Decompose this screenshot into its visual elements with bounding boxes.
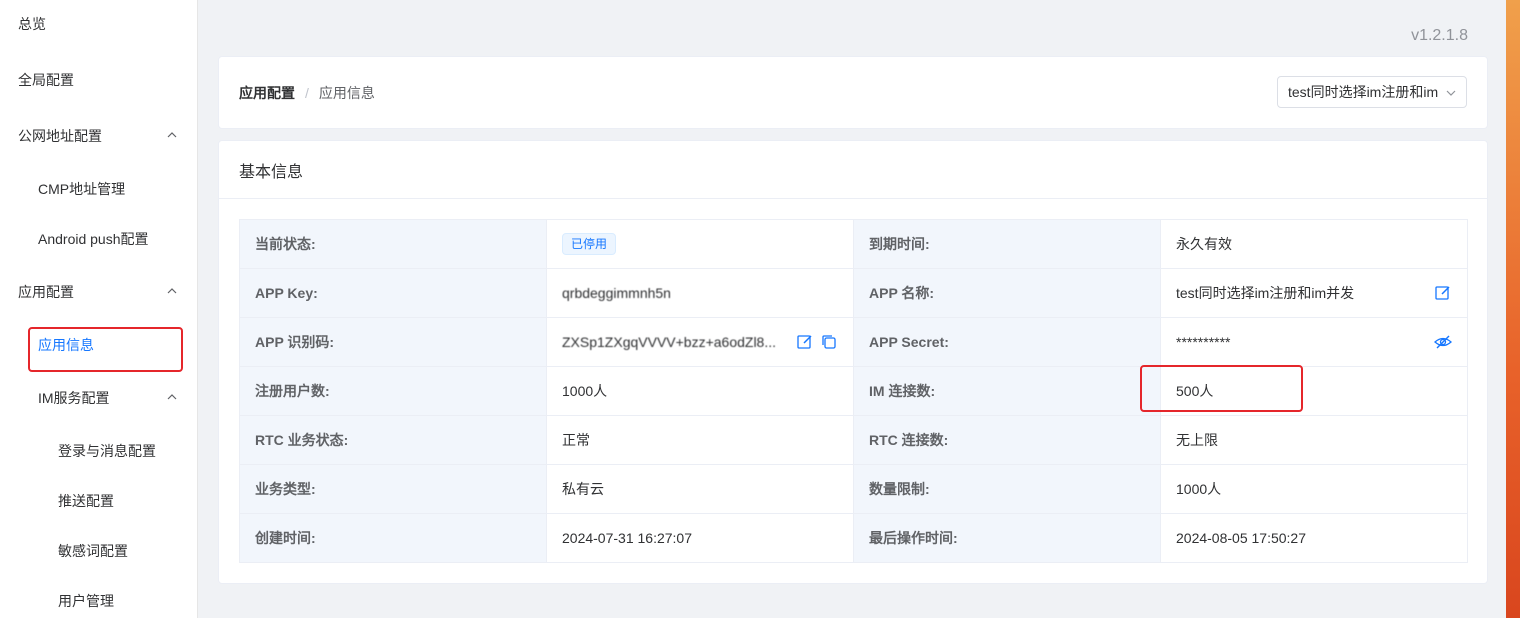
sidebar-item-label: 推送配置 (58, 493, 114, 509)
sidebar-item-im-service[interactable]: IM服务配置 (0, 384, 197, 412)
card-title: 基本信息 (219, 141, 1487, 199)
app-select[interactable]: test同时选择im注册和im并发 (1277, 76, 1467, 108)
sidebar-item-label: 敏感词配置 (58, 543, 128, 559)
table-row: 业务类型: 私有云 数量限制: 1000人 (239, 464, 1468, 514)
copy-icon[interactable] (820, 333, 838, 351)
breadcrumb-item-app-config[interactable]: 应用配置 (239, 83, 295, 103)
app-id-code-text: ZXSp1ZXgqVVVV+bzz+a6odZl8... (562, 334, 777, 350)
label-app-name: APP 名称: (853, 268, 1161, 318)
app-secret-text: ********** (1176, 334, 1231, 350)
value-registered-users: 1000人 (546, 366, 854, 416)
sidebar-item-app-config[interactable]: 应用配置 (0, 278, 197, 306)
sidebar-item-push-config[interactable]: 推送配置 (0, 487, 197, 515)
label-app-key: APP Key: (239, 268, 547, 318)
table-row: 创建时间: 2024-07-31 16:27:07 最后操作时间: 2024-0… (239, 513, 1468, 563)
label-expiry: 到期时间: (853, 219, 1161, 269)
sidebar-item-android-push[interactable]: Android push配置 (0, 225, 197, 253)
main-content: v1.2.1.8 应用配置 / 应用信息 test同时选择im注册和im并发 基… (198, 0, 1506, 618)
table-row: APP Key: qrbdeggimmnh5n APP 名称: test同时选择… (239, 268, 1468, 318)
sidebar-item-label: IM服务配置 (38, 390, 110, 406)
value-status: 已停用 (546, 219, 854, 269)
sidebar-item-cmp-address[interactable]: CMP地址管理 (0, 175, 197, 203)
chevron-up-icon (167, 394, 177, 400)
table-row: RTC 业务状态: 正常 RTC 连接数: 无上限 (239, 415, 1468, 465)
value-created-time: 2024-07-31 16:27:07 (546, 513, 854, 563)
label-app-id-code: APP 识别码: (239, 317, 547, 367)
label-last-operation-time: 最后操作时间: (853, 513, 1161, 563)
sidebar-item-label: 总览 (18, 16, 46, 32)
sidebar-item-overview[interactable]: 总览 (0, 10, 197, 38)
highlight-annotation-box (28, 327, 183, 372)
value-expiry: 永久有效 (1160, 219, 1468, 269)
edit-icon[interactable] (1434, 284, 1452, 302)
basic-info-card: 基本信息 当前状态: 已停用 到期时间: 永久有效 APP Key: qrbde… (218, 140, 1488, 584)
label-business-type: 业务类型: (239, 464, 547, 514)
value-app-key: qrbdeggimmnh5n (546, 268, 854, 318)
edit-icon[interactable] (796, 333, 814, 351)
app-key-text: qrbdeggimmnh5n (562, 285, 671, 301)
status-badge: 已停用 (562, 233, 617, 255)
chevron-down-icon (1446, 90, 1456, 96)
highlight-annotation-box (1140, 365, 1303, 412)
label-rtc-connections: RTC 连接数: (853, 415, 1161, 465)
value-app-secret: ********** (1160, 317, 1468, 367)
breadcrumb: 应用配置 / 应用信息 (239, 83, 375, 103)
sidebar-item-label: 公网地址配置 (18, 128, 102, 144)
version-label: v1.2.1.8 (1411, 27, 1468, 44)
sidebar-item-label: 用户管理 (58, 593, 114, 609)
label-status: 当前状态: (239, 219, 547, 269)
label-rtc-status: RTC 业务状态: (239, 415, 547, 465)
sidebar: 总览 全局配置 公网地址配置 CMP地址管理 Android push配置 应用… (0, 0, 198, 618)
chevron-up-icon (167, 288, 177, 294)
sidebar-item-label: 登录与消息配置 (58, 443, 156, 459)
value-quantity-limit: 1000人 (1160, 464, 1468, 514)
value-app-id-code: ZXSp1ZXgqVVVV+bzz+a6odZl8... (546, 317, 854, 367)
table-row: APP 识别码: ZXSp1ZXgqVVVV+bzz+a6odZl8... AP… (239, 317, 1468, 367)
label-created-time: 创建时间: (239, 513, 547, 563)
value-last-operation-time: 2024-08-05 17:50:27 (1160, 513, 1468, 563)
app-select-value: test同时选择im注册和im并发 (1288, 84, 1438, 100)
value-rtc-connections: 无上限 (1160, 415, 1468, 465)
sidebar-item-label: Android push配置 (38, 231, 149, 247)
table-row: 当前状态: 已停用 到期时间: 永久有效 (239, 219, 1468, 269)
sidebar-item-login-message[interactable]: 登录与消息配置 (0, 437, 197, 465)
label-im-connections: IM 连接数: (853, 366, 1161, 416)
chevron-up-icon (167, 132, 177, 138)
breadcrumb-separator: / (305, 85, 309, 101)
sidebar-item-label: CMP地址管理 (38, 181, 126, 197)
sidebar-item-user-management[interactable]: 用户管理 (0, 587, 197, 615)
label-registered-users: 注册用户数: (239, 366, 547, 416)
sidebar-item-public-address[interactable]: 公网地址配置 (0, 122, 197, 150)
breadcrumb-item-app-info: 应用信息 (318, 85, 375, 101)
label-quantity-limit: 数量限制: (853, 464, 1161, 514)
breadcrumb-card: 应用配置 / 应用信息 test同时选择im注册和im并发 (218, 56, 1488, 129)
sidebar-item-global-config[interactable]: 全局配置 (0, 66, 197, 94)
sidebar-item-label: 全局配置 (18, 72, 74, 88)
sidebar-item-sensitive-words[interactable]: 敏感词配置 (0, 537, 197, 565)
app-name-text: test同时选择im注册和im并发 (1176, 285, 1355, 301)
label-app-secret: APP Secret: (853, 317, 1161, 367)
desktop-background-strip (1506, 0, 1520, 618)
value-rtc-status: 正常 (546, 415, 854, 465)
value-business-type: 私有云 (546, 464, 854, 514)
eye-off-icon[interactable] (1434, 333, 1452, 351)
value-app-name: test同时选择im注册和im并发 (1160, 268, 1468, 318)
sidebar-item-label: 应用配置 (18, 284, 74, 300)
